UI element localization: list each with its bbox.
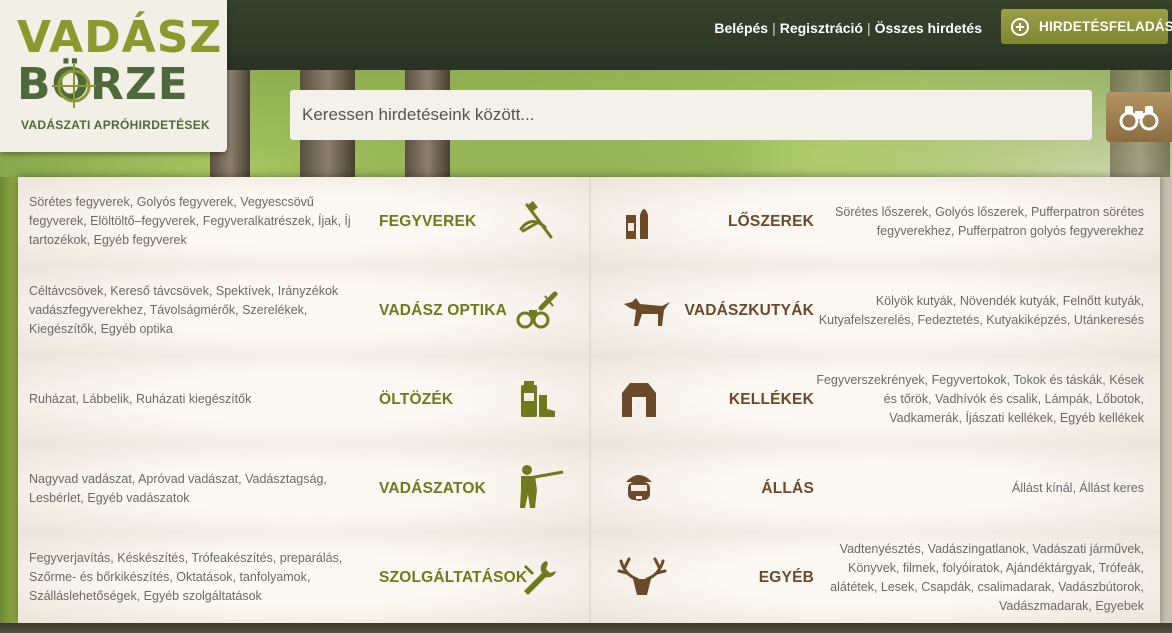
category-subitems: Nagyvad vadászat, Apróvad vadászat, Vadá…: [29, 471, 327, 505]
category-title[interactable]: LŐSZEREK: [728, 177, 814, 266]
hunter-icon: [520, 465, 564, 508]
category-title[interactable]: FEGYVEREK: [379, 177, 476, 266]
category-vadaszatok[interactable]: Nagyvad vadászat, Apróvad vadászat, Vadá…: [18, 444, 589, 533]
deer-icon: [617, 557, 667, 595]
category-subitems: Céltávcsövek, Kereső távcsövek, Spektíve…: [29, 284, 339, 336]
category-allas[interactable]: ÁLLÁS Állást kínál, Állást keres: [591, 444, 1160, 533]
post-ad-label: HIRDETÉSFELADÁS: [1039, 19, 1172, 34]
all-ads-link[interactable]: Összes hirdetés: [875, 20, 982, 36]
category-loszerek[interactable]: LŐSZEREK Sörétes lőszerek, Golyós lőszer…: [591, 177, 1160, 266]
category-row: Sörétes fegyverek, Golyós fegyverek, Veg…: [18, 177, 1160, 266]
category-title[interactable]: EGYÉB: [759, 533, 814, 622]
category-title[interactable]: ÁLLÁS: [761, 444, 814, 533]
category-subitems: Ruházat, Lábbelik, Ruházati kiegészítők: [29, 392, 252, 406]
category-row: Fegyverjavítás, Késkészítés, Trófeakészí…: [18, 533, 1160, 623]
binoculars-icon: [516, 291, 558, 329]
wrench-icon: [524, 561, 556, 595]
dog-icon: [624, 298, 670, 326]
category-szolgaltatasok[interactable]: Fegyverjavítás, Késkészítés, Trófeakészí…: [18, 533, 589, 623]
category-subitems: Fegyverjavítás, Késkészítés, Trófeakészí…: [29, 551, 343, 603]
register-link[interactable]: Regisztráció: [780, 20, 863, 36]
link-separator: |: [772, 20, 776, 36]
category-subitems: Fegyverszekrények, Fegyvertokok, Tokok é…: [816, 373, 1144, 425]
category-row: Ruházat, Lábbelik, Ruházati kiegészítők …: [18, 355, 1160, 444]
header-links: Belépés | Regisztráció | Összes hirdetés: [714, 20, 982, 36]
logo-line2: BÖRZE: [17, 59, 189, 110]
category-title[interactable]: VADÁSZATOK: [379, 444, 486, 533]
person-icon: [626, 475, 652, 501]
category-row: Céltávcsövek, Kereső távcsövek, Spektíve…: [18, 266, 1160, 355]
category-grid: Sörétes fegyverek, Golyós fegyverek, Veg…: [18, 177, 1160, 623]
vest-icon: [622, 383, 656, 417]
logo-line1: VADÁSZ: [17, 12, 223, 63]
category-title[interactable]: VADÁSZ OPTIKA: [379, 266, 507, 355]
search-button[interactable]: [1106, 92, 1172, 142]
category-kellekek[interactable]: KELLÉKEK Fegyverszekrények, Fegyvertokok…: [591, 355, 1160, 444]
search-input[interactable]: [290, 90, 1092, 140]
category-vadasz-optika[interactable]: Céltávcsövek, Kereső távcsövek, Spektíve…: [18, 266, 589, 355]
category-oltozek[interactable]: Ruházat, Lábbelik, Ruházati kiegészítők …: [18, 355, 589, 444]
category-subitems: Sörétes fegyverek, Golyós fegyverek, Veg…: [29, 195, 351, 247]
category-title[interactable]: ÖLTÖZÉK: [379, 355, 453, 444]
category-title[interactable]: VADÁSZKUTYÁK: [684, 266, 814, 355]
site-logo[interactable]: VADÁSZ BÖRZE VADÁSZATI APRÓHIRDETÉSEK: [0, 0, 227, 152]
grid-left-accent: [0, 177, 18, 623]
ammo-icon: [626, 209, 648, 239]
category-egyeb[interactable]: EGYÉB Vadtenyésztés, Vadászingatlanok, V…: [591, 533, 1160, 623]
crosshair-icon: [52, 64, 96, 108]
category-row: Nagyvad vadászat, Apróvad vadászat, Vadá…: [18, 444, 1160, 533]
bottom-strip: [0, 623, 1172, 633]
grid-right-edge: [1160, 177, 1172, 623]
category-title[interactable]: SZOLGÁLTATÁSOK: [379, 533, 527, 622]
category-subitems: Vadtenyésztés, Vadászingatlanok, Vadásza…: [830, 541, 1144, 613]
category-subitems: Kölyök kutyák, Növendék kutyák, Felnőtt …: [818, 293, 1144, 327]
link-separator: |: [866, 20, 871, 36]
logo-tagline: VADÁSZATI APRÓHIRDETÉSEK: [21, 118, 210, 132]
login-link[interactable]: Belépés: [714, 20, 768, 36]
post-ad-button[interactable]: HIRDETÉSFELADÁS: [1001, 9, 1172, 44]
category-subitems: Állást kínál, Állást keres: [1012, 481, 1144, 495]
category-title[interactable]: KELLÉKEK: [729, 355, 814, 444]
rifle-icon: [519, 201, 553, 239]
category-fegyverek[interactable]: Sörétes fegyverek, Golyós fegyverek, Veg…: [18, 177, 589, 266]
binoculars-search-icon: [1119, 106, 1159, 131]
category-subitems: Sörétes lőszerek, Golyós lőszerek, Puffe…: [835, 204, 1144, 238]
plus-circle-icon: [1011, 17, 1029, 36]
clothing-icon: [521, 381, 555, 417]
category-vadaszkutyak[interactable]: VADÁSZKUTYÁK Kölyök kutyák, Növendék kut…: [591, 266, 1160, 355]
